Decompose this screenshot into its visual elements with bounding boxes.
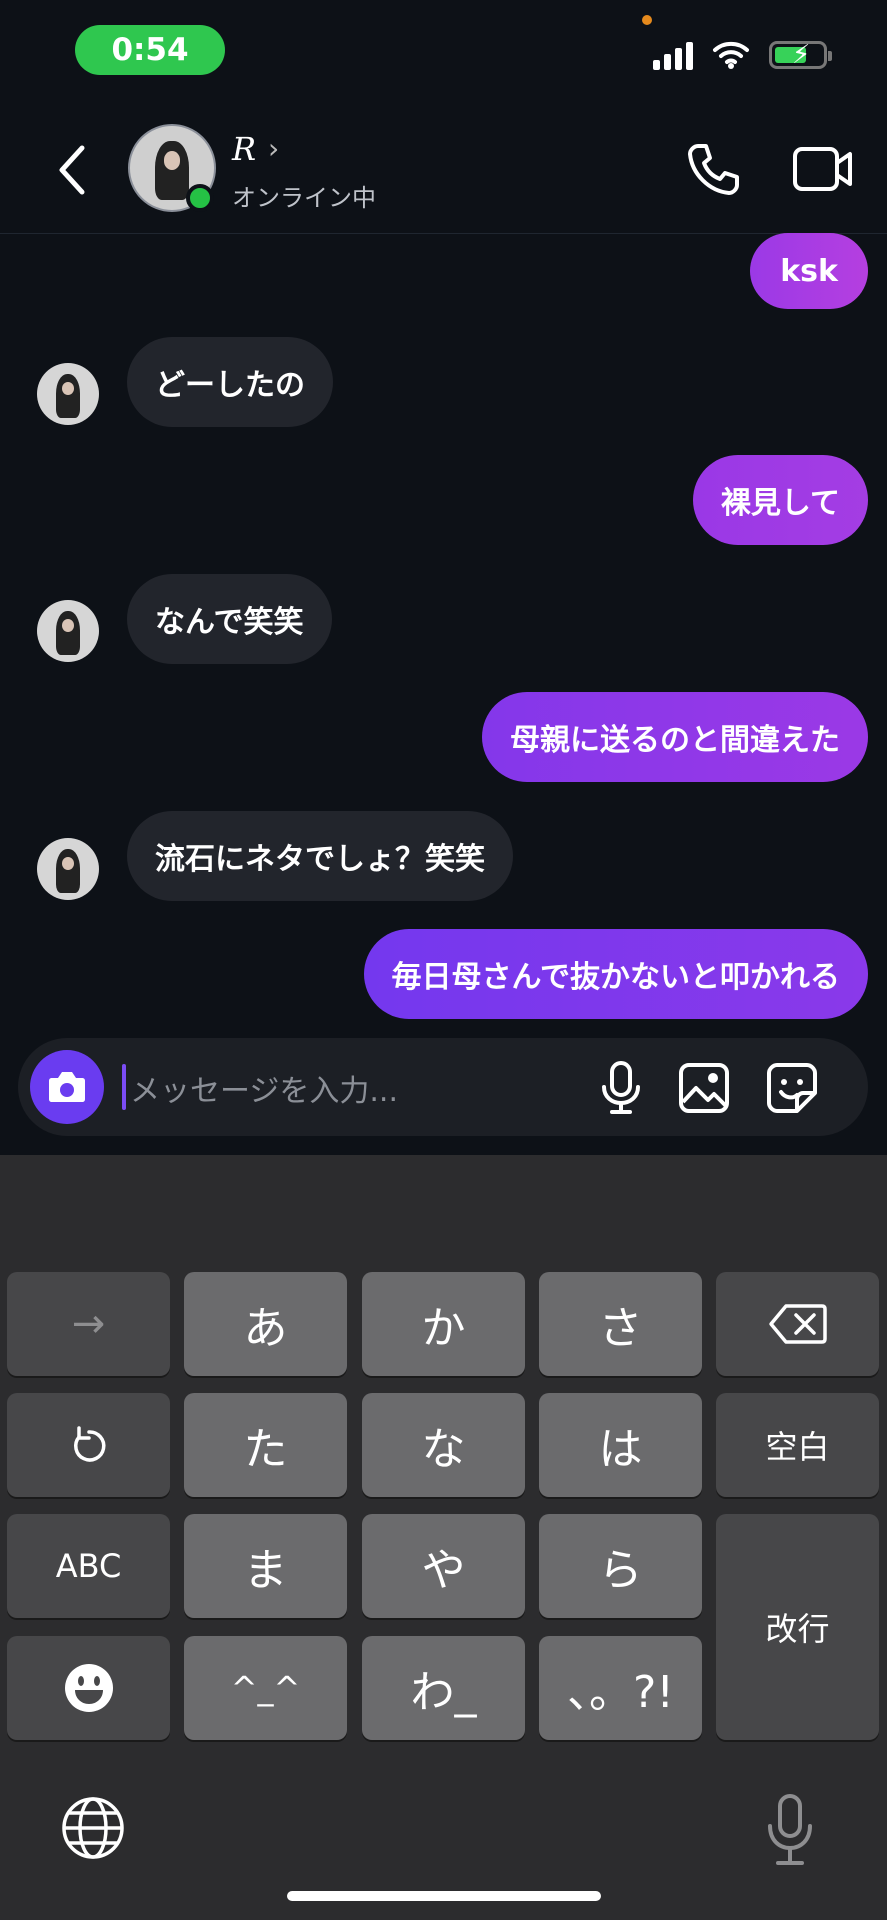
key-kaomoji[interactable]: ^_^: [184, 1636, 347, 1740]
key-ra[interactable]: ら: [539, 1514, 702, 1618]
battery-icon: ⚡: [769, 40, 832, 70]
sticker-icon[interactable]: [766, 1062, 818, 1114]
message-bubble-outgoing[interactable]: 毎日母さんで抜かないと叩かれる: [363, 929, 868, 1019]
avatar[interactable]: [37, 363, 99, 425]
key-ma[interactable]: ま: [184, 1514, 347, 1618]
key-sa[interactable]: さ: [539, 1272, 702, 1376]
microphone-icon[interactable]: [596, 1060, 646, 1116]
message-bubble-outgoing[interactable]: 裸見して: [692, 455, 868, 545]
message-bubble-outgoing[interactable]: 母親に送るのと間違えた: [482, 692, 868, 782]
contact-name[interactable]: R: [232, 130, 256, 168]
camera-button[interactable]: [30, 1050, 104, 1124]
key-ka[interactable]: か: [362, 1272, 525, 1376]
backspace-icon: [768, 1304, 827, 1344]
abc-key[interactable]: ABC: [7, 1514, 170, 1618]
space-key[interactable]: 空白: [716, 1393, 879, 1497]
message-bubble-incoming[interactable]: どーしたの: [127, 337, 333, 427]
message-input[interactable]: メッセージを入力...: [130, 1066, 398, 1110]
avatar[interactable]: [37, 838, 99, 900]
status-time: 0:54: [75, 25, 225, 75]
back-icon[interactable]: [52, 140, 92, 200]
undo-key[interactable]: [7, 1393, 170, 1497]
key-punctuation[interactable]: 、。?!: [539, 1636, 702, 1740]
message-bubble-incoming[interactable]: 流石にネタでしょ？笑笑: [127, 811, 513, 901]
avatar[interactable]: [37, 600, 99, 662]
chevron-right-icon[interactable]: ›: [268, 132, 279, 165]
message-bubble-incoming[interactable]: なんで笑笑: [127, 574, 332, 664]
undo-icon: [73, 1426, 105, 1462]
wifi-icon: [713, 41, 749, 69]
emoji-icon: [64, 1664, 113, 1712]
emoji-key[interactable]: [7, 1636, 170, 1740]
text-cursor: [122, 1064, 126, 1110]
key-wa[interactable]: わ_: [362, 1636, 525, 1740]
status-icons: ⚡: [653, 40, 832, 70]
message-composer: メッセージを入力...: [18, 1038, 868, 1136]
online-indicator: [186, 184, 214, 212]
chat-header: R › オンライン中: [0, 110, 887, 234]
key-next[interactable]: →: [7, 1272, 170, 1376]
return-key[interactable]: 改行: [716, 1514, 879, 1740]
phone-icon[interactable]: [684, 140, 742, 198]
home-indicator[interactable]: [287, 1891, 601, 1901]
key-ya[interactable]: や: [362, 1514, 525, 1618]
message-bubble-outgoing[interactable]: ksk: [750, 233, 868, 309]
camera-icon: [49, 1072, 85, 1102]
dictation-mic-icon[interactable]: [762, 1792, 818, 1870]
keyboard: → あ か さ た な は 空白 ABC ま や ら 改行 ^_^ わ_ 、。?…: [0, 1155, 887, 1920]
globe-icon[interactable]: [60, 1795, 126, 1861]
signal-icon: [653, 40, 693, 70]
contact-status: オンライン中: [232, 184, 376, 212]
privacy-indicator: [642, 15, 652, 25]
key-a[interactable]: あ: [184, 1272, 347, 1376]
key-ha[interactable]: は: [539, 1393, 702, 1497]
image-icon[interactable]: [678, 1062, 730, 1114]
key-na[interactable]: な: [362, 1393, 525, 1497]
key-ta[interactable]: た: [184, 1393, 347, 1497]
delete-key[interactable]: [716, 1272, 879, 1376]
video-call-icon[interactable]: [792, 144, 854, 194]
